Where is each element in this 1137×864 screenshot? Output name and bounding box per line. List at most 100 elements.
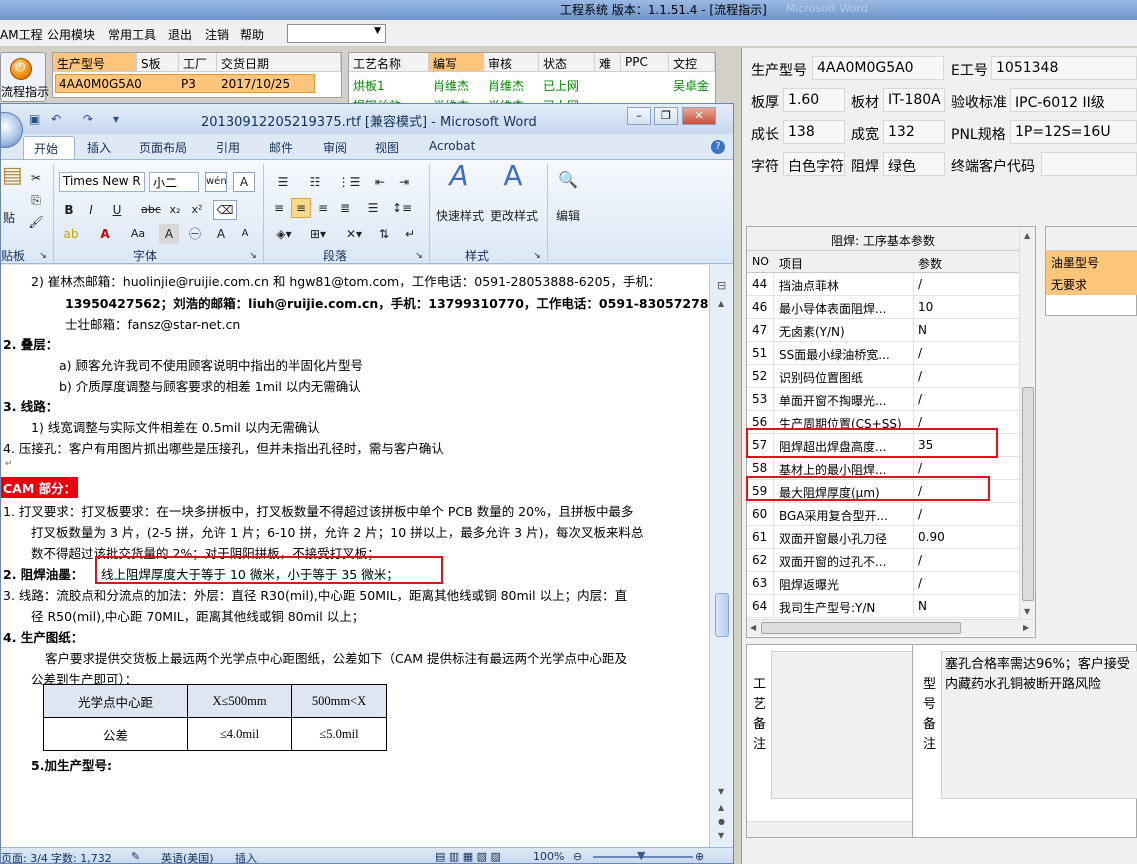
minimize-button[interactable]: – (627, 107, 651, 125)
scroll-thumb[interactable] (715, 593, 729, 637)
customer-code-field[interactable] (1041, 152, 1137, 176)
scroll-thumb[interactable] (761, 622, 961, 634)
menu-combo[interactable]: ▼ (287, 24, 386, 43)
strikethrough-button[interactable]: abc (139, 200, 163, 220)
zoom-level[interactable]: 100% (533, 850, 564, 863)
paste-icon[interactable]: ▤ (1, 165, 23, 192)
table-row[interactable]: 52 识别码位置图纸 / (747, 365, 1019, 388)
superscript-button[interactable]: x² (187, 200, 207, 220)
zoom-in-icon[interactable]: ⊕ (695, 850, 704, 863)
col-header-process[interactable]: 工艺名称 (349, 53, 429, 72)
tab-review[interactable]: 审阅 (323, 139, 347, 156)
redo-icon[interactable]: ↷ (83, 112, 97, 126)
process-note-field[interactable] (771, 651, 917, 799)
table-row[interactable]: 53 单面开窗不掏曝光... / (747, 388, 1019, 411)
next-page-icon[interactable]: ▼ (718, 831, 724, 840)
col-header-difficulty[interactable]: 难 (595, 53, 621, 72)
menu-common-module[interactable]: 公用模块 (47, 26, 95, 43)
view-layout-icons[interactable]: ▤ ▥ ▦ ▧ ▨ (435, 850, 501, 863)
width-field[interactable]: 132 (883, 120, 945, 144)
col-header-review[interactable]: 审核 (484, 53, 539, 72)
tab-view[interactable]: 视图 (375, 139, 399, 156)
bullets-icon[interactable]: ☰ (269, 172, 297, 192)
shading-icon[interactable]: ◈▾ (269, 224, 299, 244)
dialog-launcher-icon[interactable]: ↘ (37, 246, 49, 266)
col-header-ppc[interactable]: PPC (621, 53, 669, 72)
document-body[interactable]: 2) 崔林杰邮箱：huolinjie@ruijie.com.cn 和 hgw81… (1, 265, 709, 848)
zoom-out-icon[interactable]: ⊖ (573, 850, 582, 863)
save-icon[interactable]: ▣ (29, 112, 43, 126)
col-header-factory[interactable]: 工厂 (179, 53, 217, 72)
col-header-delivery[interactable]: 交货日期 (217, 53, 341, 72)
close-button[interactable]: ✕ (682, 107, 716, 125)
zoom-slider-thumb[interactable]: ▼ (637, 849, 645, 862)
col-header-s[interactable]: S板 (137, 53, 179, 72)
col-header-item[interactable]: 项目 (779, 255, 803, 272)
underline-button[interactable]: U (105, 200, 129, 220)
asian-layout-icon[interactable]: ✕▾ (339, 224, 369, 244)
page-count[interactable]: 页面: 3/4 (1, 850, 48, 863)
char-shading-icon[interactable]: A (159, 224, 179, 244)
col-header-no[interactable]: NO (752, 255, 769, 268)
proofing-icon[interactable]: ✎ (131, 850, 140, 863)
soldermask-vscrollbar[interactable]: ▲ ▼ (1019, 227, 1035, 619)
scroll-up-icon[interactable]: ▲ (1024, 231, 1030, 240)
sort-icon[interactable]: ⇅ (373, 224, 395, 244)
thickness-field[interactable]: 1.60 (783, 88, 845, 112)
table-row[interactable]: 47 无卤素(Y/N) N (747, 319, 1019, 342)
standard-field[interactable]: IPC-6012 II级 (1010, 88, 1137, 112)
distribute-icon[interactable]: ☰ (363, 198, 383, 218)
scroll-down-icon[interactable]: ▼ (718, 787, 724, 796)
tab-mailings[interactable]: 邮件 (269, 139, 293, 156)
grow-font-icon[interactable]: A (211, 224, 231, 244)
menu-exit[interactable]: 退出 (168, 26, 192, 43)
material-field[interactable]: IT-180A (883, 88, 945, 112)
subscript-button[interactable]: x₂ (165, 200, 185, 220)
align-left-icon[interactable]: ≡ (269, 198, 289, 218)
pnl-field[interactable]: 1P=12S=16U (1010, 120, 1137, 144)
insert-mode-indicator[interactable]: 插入 (235, 850, 257, 863)
ink-model-value[interactable]: 无要求 (1046, 273, 1137, 295)
table-row[interactable]: 60 BGA采用复合型开... / (747, 503, 1019, 526)
change-styles-button[interactable]: 更改样式 (487, 206, 541, 226)
tab-references[interactable]: 引用 (216, 139, 240, 156)
change-styles-icon[interactable]: A (493, 162, 533, 200)
soldermask-hscrollbar[interactable]: ◀ ▶ (747, 619, 1035, 636)
col-header-author[interactable]: 编写 (429, 53, 484, 72)
shrink-font-icon[interactable]: A (235, 224, 255, 244)
font-name-combo[interactable]: Times New R (59, 172, 145, 192)
help-icon[interactable]: ? (711, 140, 725, 154)
document-vscrollbar[interactable]: ⊟ ▲ ▼ ▲ ● ▼ (709, 265, 733, 848)
clear-format-icon[interactable]: ⌫ (213, 200, 237, 220)
align-right-icon[interactable]: ≡ (313, 198, 333, 218)
quick-styles-icon[interactable]: A (439, 162, 479, 200)
bold-button[interactable]: B (59, 200, 79, 220)
tab-insert[interactable]: 插入 (87, 139, 111, 156)
col-header-status[interactable]: 状态 (539, 53, 595, 72)
scroll-down-icon[interactable]: ▼ (1024, 607, 1030, 616)
copy-icon[interactable]: ⎘ (27, 190, 45, 210)
character-field[interactable]: 白色字符 (783, 152, 845, 176)
menu-help[interactable]: 帮助 (240, 26, 264, 43)
dialog-launcher-icon[interactable]: ↘ (531, 246, 543, 266)
process-cell[interactable]: 烘板1 (349, 75, 389, 94)
justify-icon[interactable]: ≣ (335, 198, 355, 218)
model-field[interactable]: 4AA0M0G5A0 (812, 56, 944, 80)
tab-home[interactable]: 开始 (23, 136, 75, 160)
font-color-icon[interactable]: A (93, 224, 117, 244)
dialog-launcher-icon[interactable]: ↘ (413, 246, 425, 266)
browse-object-icon[interactable]: ● (718, 817, 725, 826)
qat-customize-icon[interactable]: ▾ (113, 112, 127, 126)
increase-indent-icon[interactable]: ⇥ (393, 172, 415, 192)
col-header-doc-control[interactable]: 文控 (669, 53, 715, 72)
table-row[interactable]: 64 我司生产型号:Y/N N (747, 595, 1019, 618)
table-row[interactable]: 44 挡油点菲林 / (747, 273, 1019, 296)
scroll-thumb[interactable] (1022, 387, 1034, 601)
undo-icon[interactable]: ↶ (51, 112, 65, 126)
length-field[interactable]: 138 (783, 120, 845, 144)
multilevel-list-icon[interactable]: ⋮☰ (335, 172, 363, 192)
menu-logout[interactable]: 注销 (205, 26, 229, 43)
change-case-icon[interactable]: Aa (125, 224, 151, 244)
font-size-combo[interactable]: 小二 (149, 172, 199, 192)
menu-cam[interactable]: AM工程 (0, 26, 43, 43)
